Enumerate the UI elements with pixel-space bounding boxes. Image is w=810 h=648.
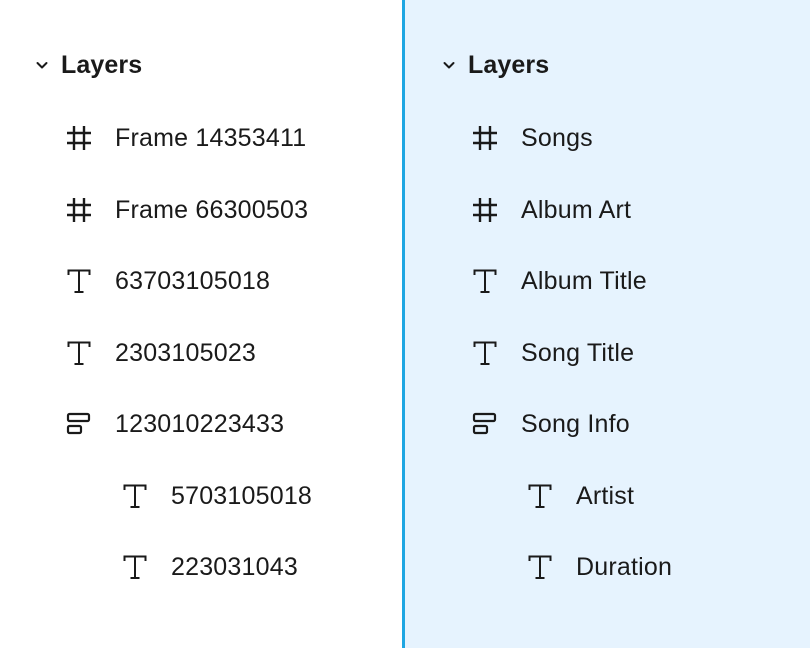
layers-panel-right: Layers Songs Album Art Album Title Song … [405,0,810,648]
text-icon [526,482,554,510]
layer-row[interactable]: Frame 66300503 [65,190,308,230]
layers-title: Layers [61,50,143,79]
text-icon [526,553,554,581]
layers-title: Layers [468,50,550,79]
layer-name: 123010223433 [115,409,285,438]
layer-name: Album Title [521,266,647,295]
layer-row[interactable]: Artist [526,476,634,516]
auto-layout-icon [65,410,93,438]
text-icon [65,267,93,295]
layer-name: Songs [521,123,593,152]
frame-icon [65,124,93,152]
layer-name: 2303105023 [115,338,257,367]
text-icon [121,482,149,510]
layer-name: 5703105018 [171,481,313,510]
layers-panel-left: Layers Frame 14353411 Frame 66300503 637… [0,0,402,648]
layer-row[interactable]: 2303105023 [65,333,256,373]
layer-row[interactable]: Song Title [471,333,634,373]
layer-row[interactable]: 223031043 [121,547,298,587]
layer-row[interactable]: Song Info [471,404,630,444]
layers-header[interactable]: Layers [441,46,549,84]
layer-row[interactable]: 5703105018 [121,476,312,516]
layer-name: 223031043 [171,552,298,581]
layer-name: Frame 66300503 [115,195,309,224]
layer-name: Album Art [521,195,632,224]
text-icon [471,267,499,295]
chevron-down-icon[interactable] [34,57,50,73]
layer-name: Duration [576,552,673,581]
frame-icon [471,124,499,152]
text-icon [471,339,499,367]
layer-name: Song Title [521,338,635,367]
layer-row[interactable]: 123010223433 [65,404,284,444]
layers-header[interactable]: Layers [34,46,142,84]
frame-icon [471,196,499,224]
layer-name: Artist [576,481,635,510]
layer-row[interactable]: Album Art [471,190,631,230]
layer-name: Song Info [521,409,630,438]
layer-row[interactable]: 63703105018 [65,261,270,301]
layer-name: 63703105018 [115,266,271,295]
layer-row[interactable]: Frame 14353411 [65,118,306,158]
frame-icon [65,196,93,224]
text-icon [121,553,149,581]
auto-layout-icon [471,410,499,438]
chevron-down-icon[interactable] [441,57,457,73]
layer-row[interactable]: Songs [471,118,593,158]
layer-row[interactable]: Duration [526,547,672,587]
text-icon [65,339,93,367]
layer-name: Frame 14353411 [115,123,307,152]
layer-row[interactable]: Album Title [471,261,647,301]
